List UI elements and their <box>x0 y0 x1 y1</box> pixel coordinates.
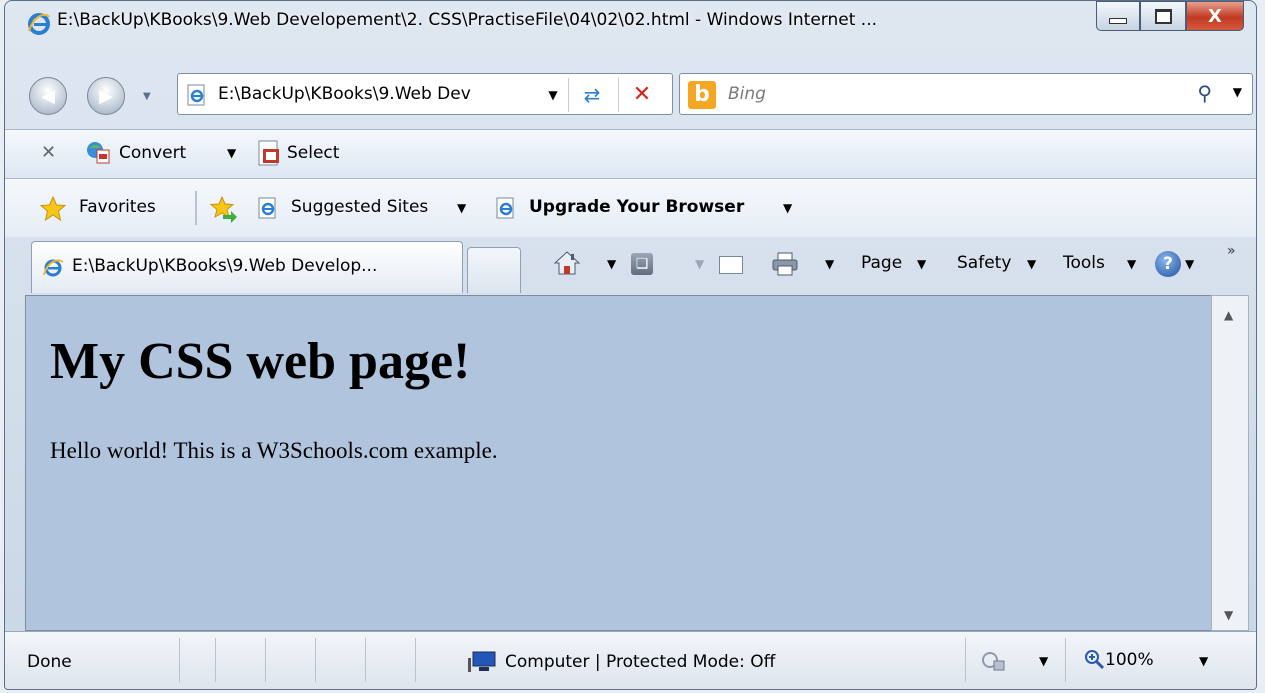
forward-arrow-icon: ▶ <box>99 85 113 107</box>
select-pdf-icon <box>258 140 279 166</box>
upgrade-browser-button[interactable]: Upgrade Your Browser <box>529 197 744 217</box>
printer-icon[interactable] <box>771 251 799 277</box>
close-icon: X <box>1208 5 1222 27</box>
internet-explorer-icon <box>28 13 50 35</box>
address-bar[interactable]: E:\BackUp\KBooks\9.Web Dev ▼ ⇄ ✕ <box>177 73 673 115</box>
search-input[interactable]: Bing <box>728 84 766 104</box>
refresh-button[interactable]: ⇄ <box>572 80 612 110</box>
home-dropdown[interactable]: ▼ <box>607 257 616 271</box>
tab-row: E:\BackUp\KBooks\9.Web Develop... ▼ ❏ ▼ … <box>5 237 1256 295</box>
favorites-button[interactable]: Favorites <box>79 197 156 217</box>
favorites-star-icon <box>39 195 67 222</box>
maximize-button[interactable] <box>1140 1 1186 31</box>
status-divider <box>1065 638 1066 682</box>
help-dropdown[interactable]: ▼ <box>1185 257 1194 271</box>
window-title: E:\BackUp\KBooks\9.Web Developement\2. C… <box>57 10 878 30</box>
stop-icon: ✕ <box>632 82 652 107</box>
suggested-sites-dropdown[interactable]: ▼ <box>457 201 466 215</box>
search-options-dropdown[interactable]: ▼ <box>1233 85 1242 99</box>
status-divider <box>315 638 316 682</box>
minimize-button[interactable] <box>1096 1 1140 31</box>
suggested-sites-button[interactable]: Suggested Sites <box>291 197 428 217</box>
status-divider <box>265 638 266 682</box>
scroll-down-icon[interactable]: ▼ <box>1224 608 1233 622</box>
window-controls: X <box>1096 1 1244 31</box>
computer-zone-icon <box>468 651 496 672</box>
address-divider <box>568 78 569 112</box>
rss-feed-icon[interactable]: ❏ <box>631 253 653 275</box>
search-icon[interactable]: ⚲ <box>1197 81 1212 105</box>
status-divider <box>215 638 216 682</box>
status-divider <box>415 638 416 682</box>
upgrade-browser-icon <box>496 197 514 219</box>
tab-ie-icon <box>43 259 64 277</box>
add-to-favorites-icon[interactable] <box>209 195 239 223</box>
zoom-dropdown[interactable]: ▼ <box>1199 654 1208 668</box>
upgrade-browser-dropdown[interactable]: ▼ <box>783 201 792 215</box>
feeds-dropdown[interactable]: ▼ <box>695 257 704 271</box>
page-ie-icon <box>187 84 205 106</box>
navigation-bar: ◀ ▶ ▼ E:\BackUp\KBooks\9.Web Dev ▼ ⇄ ✕ b… <box>5 67 1256 123</box>
convert-button[interactable]: Convert <box>119 143 186 163</box>
address-divider <box>618 78 619 112</box>
convert-pdf-icon <box>87 142 110 164</box>
zoom-level[interactable]: 100% <box>1105 650 1154 670</box>
help-icon[interactable]: ? <box>1155 251 1181 277</box>
address-dropdown[interactable]: ▼ <box>542 82 564 108</box>
protected-mode-dropdown[interactable]: ▼ <box>1039 654 1048 668</box>
status-divider <box>965 638 966 682</box>
page-paragraph: Hello world! This is a W3Schools.com exa… <box>50 438 498 463</box>
favorites-divider <box>195 191 197 225</box>
page-content: My CSS web page! Hello world! This is a … <box>25 295 1211 631</box>
favorites-bar: Favorites Suggested Sites ▼ Upgrade Your… <box>5 179 1256 237</box>
page-menu-dropdown[interactable]: ▼ <box>917 257 926 271</box>
status-divider <box>179 638 180 682</box>
more-commands-icon[interactable]: » <box>1227 243 1236 259</box>
stop-button[interactable]: ✕ <box>622 80 662 110</box>
home-icon[interactable] <box>553 249 581 277</box>
refresh-icon: ⇄ <box>583 83 601 107</box>
search-box[interactable]: b Bing ⚲ ▼ <box>679 73 1253 115</box>
convert-dropdown[interactable]: ▼ <box>227 146 236 160</box>
maximize-icon <box>1154 8 1172 24</box>
tools-menu[interactable]: Tools <box>1063 253 1105 273</box>
forward-button[interactable]: ▶ <box>87 77 125 115</box>
status-divider <box>365 638 366 682</box>
status-bar: Done Computer | Protected Mode: Off ▼ 10… <box>5 631 1256 689</box>
page-heading: My CSS web page! <box>50 333 471 390</box>
zoom-icon <box>1085 650 1105 670</box>
protected-mode-icon[interactable] <box>981 650 1007 674</box>
back-button[interactable]: ◀ <box>29 77 67 115</box>
tab-label: E:\BackUp\KBooks\9.Web Develop... <box>72 256 378 276</box>
safety-menu-dropdown[interactable]: ▼ <box>1027 257 1036 271</box>
security-zone-text[interactable]: Computer | Protected Mode: Off <box>505 652 775 672</box>
close-toolbar-icon[interactable]: ✕ <box>41 142 56 163</box>
pdf-toolbar: ✕ Convert ▼ Select <box>5 129 1256 179</box>
bing-logo-icon: b <box>688 81 716 109</box>
recent-pages-dropdown[interactable]: ▼ <box>143 91 151 102</box>
address-input[interactable]: E:\BackUp\KBooks\9.Web Dev <box>218 84 536 104</box>
minimize-icon <box>1109 18 1127 24</box>
print-dropdown[interactable]: ▼ <box>825 257 834 271</box>
title-bar: E:\BackUp\KBooks\9.Web Developement\2. C… <box>5 1 1256 41</box>
tools-menu-dropdown[interactable]: ▼ <box>1127 257 1136 271</box>
back-arrow-icon: ◀ <box>41 85 55 107</box>
close-button[interactable]: X <box>1186 1 1244 31</box>
suggested-sites-icon <box>258 197 276 219</box>
tab-current[interactable]: E:\BackUp\KBooks\9.Web Develop... <box>31 241 463 293</box>
vertical-scrollbar[interactable]: ▲ ▼ <box>1211 295 1249 631</box>
scroll-up-icon[interactable]: ▲ <box>1224 308 1233 322</box>
safety-menu[interactable]: Safety <box>957 253 1011 273</box>
browser-window: E:\BackUp\KBooks\9.Web Developement\2. C… <box>4 0 1257 690</box>
status-text: Done <box>27 652 72 672</box>
page-menu[interactable]: Page <box>861 253 902 273</box>
new-tab-button[interactable] <box>467 247 521 293</box>
select-button[interactable]: Select <box>287 143 339 163</box>
mail-icon[interactable] <box>719 256 743 274</box>
